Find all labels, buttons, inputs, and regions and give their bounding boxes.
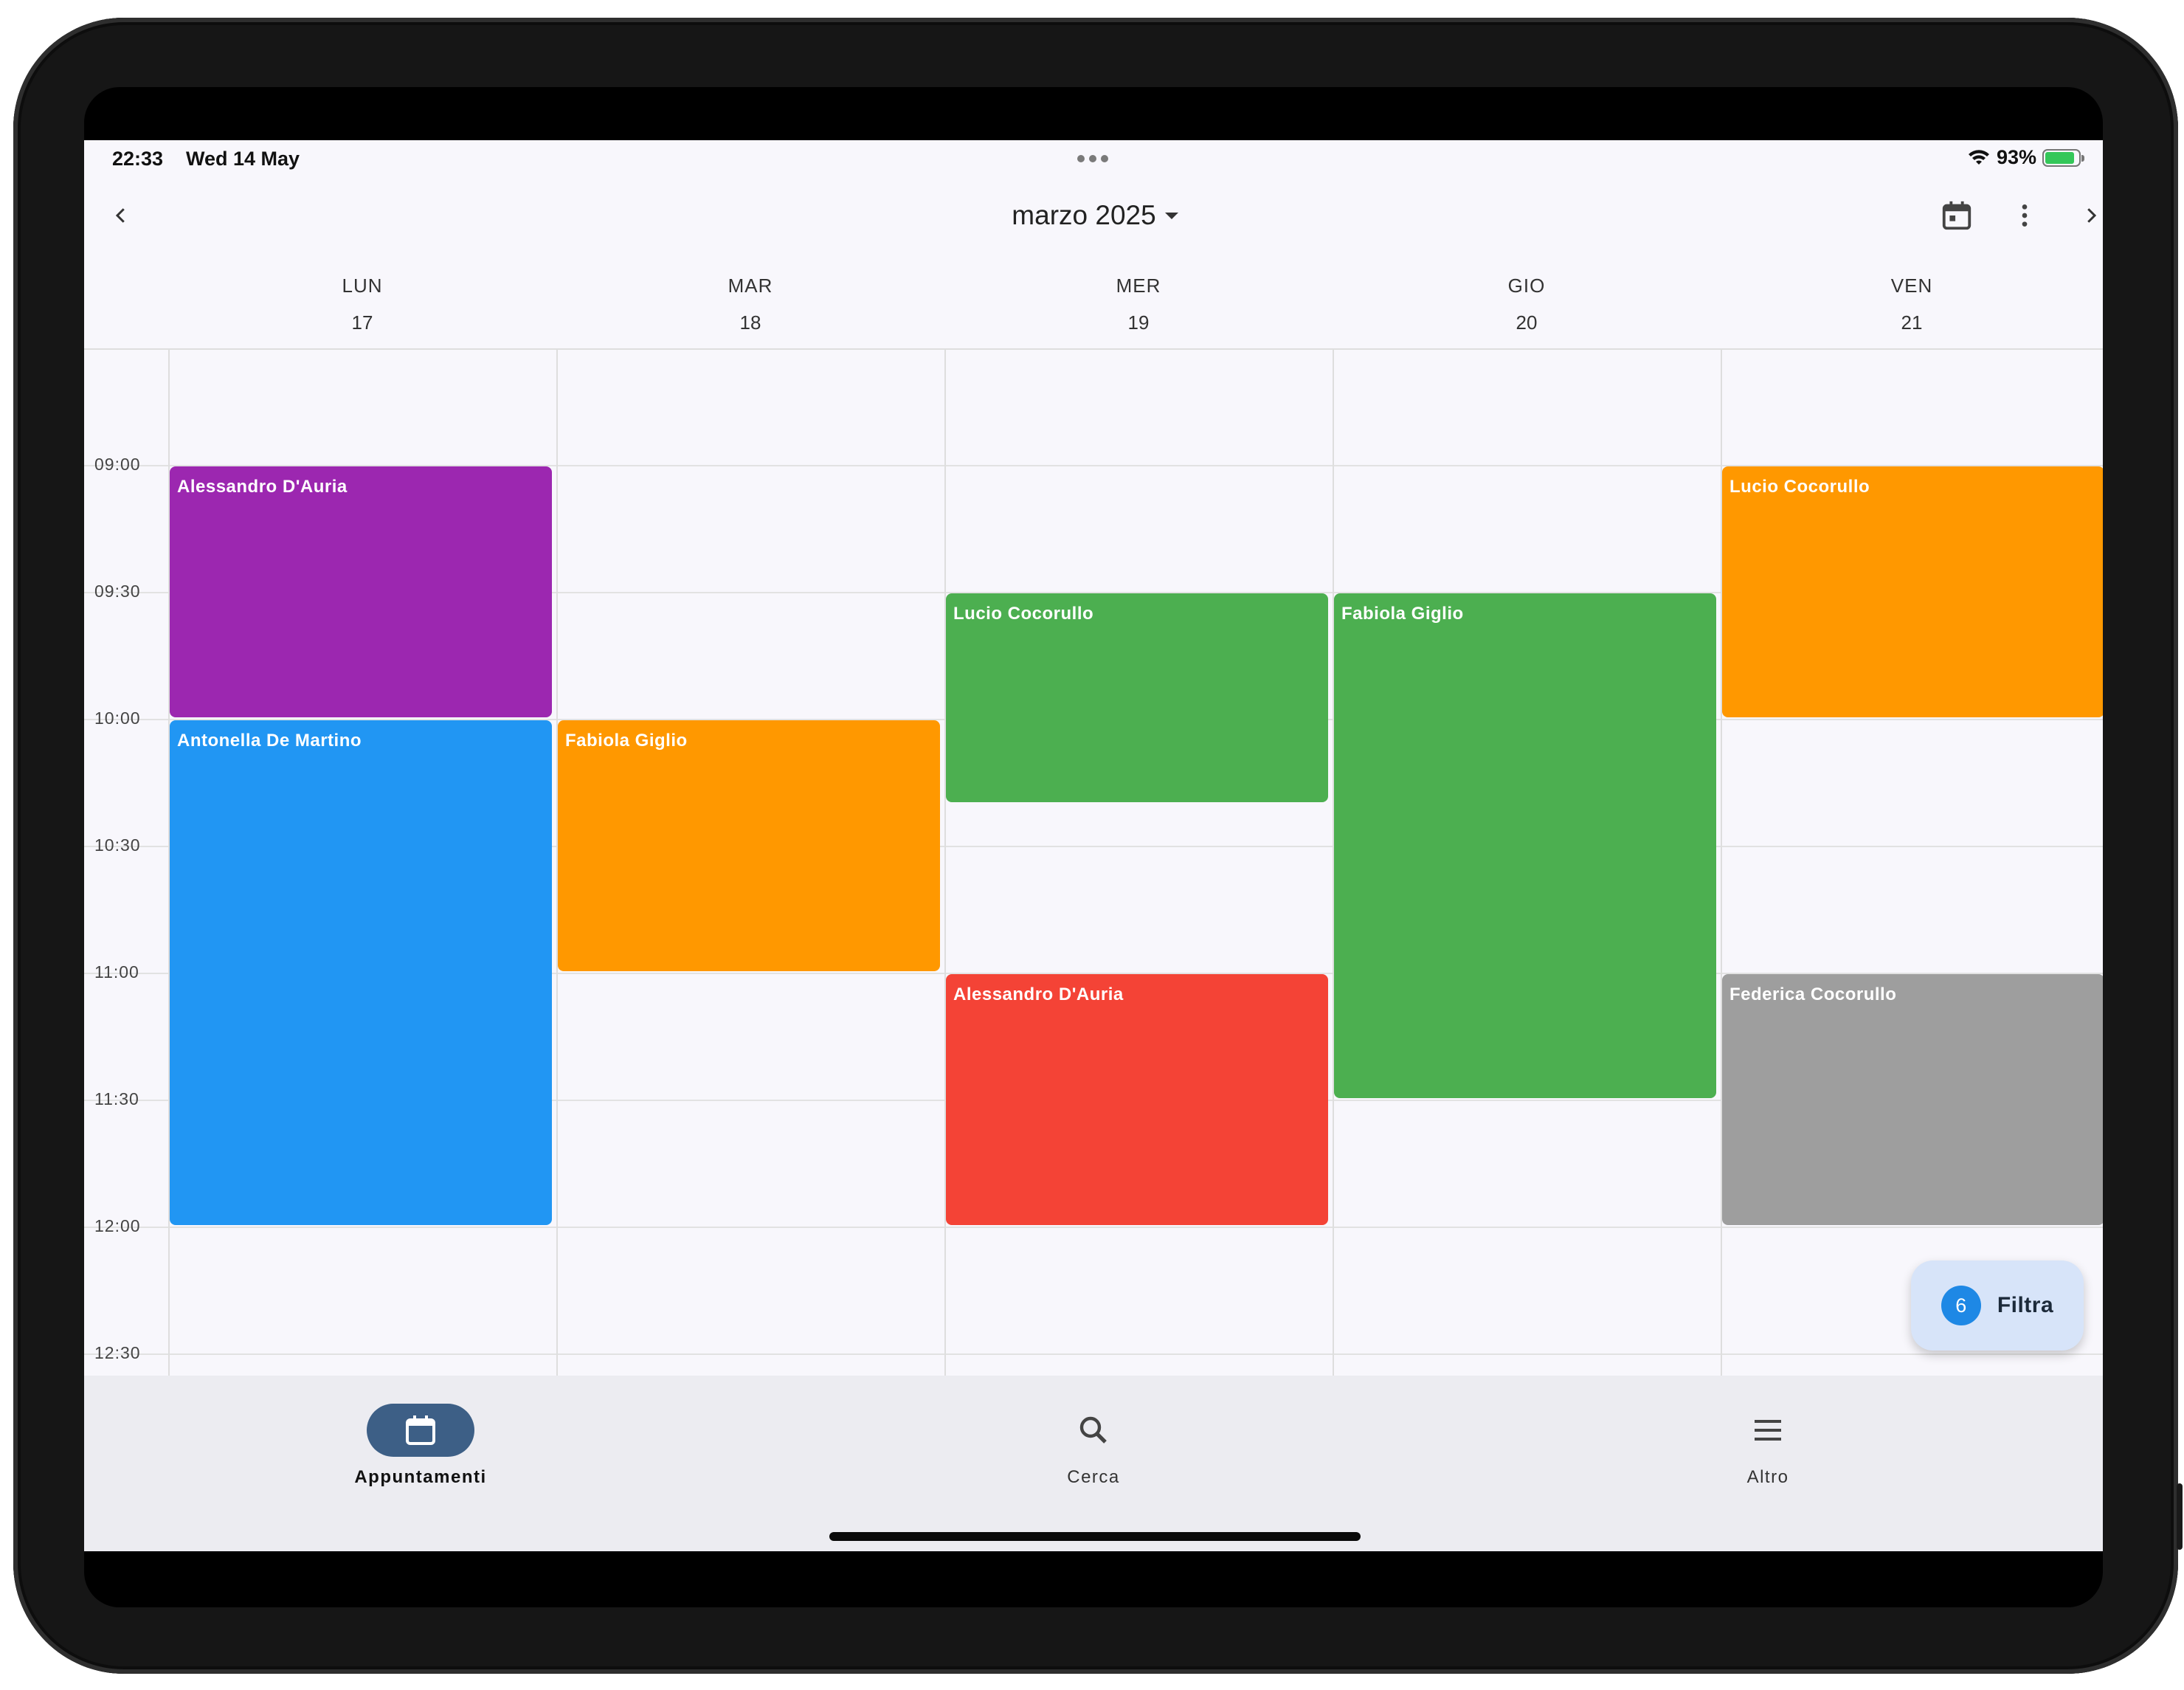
appointment-card[interactable]: Antonella De Martino: [170, 720, 552, 1225]
day-header-ven[interactable]: VEN 21: [1721, 252, 2103, 348]
day-name: MAR: [728, 275, 773, 297]
menu-icon: [1755, 1420, 1781, 1441]
time-label: 10:30: [94, 835, 141, 855]
filter-label: Filtra: [1997, 1293, 2054, 1317]
day-date: 19: [1127, 311, 1150, 334]
nav-icon-wrap: [1714, 1404, 1822, 1457]
nav-label: Altro: [1746, 1467, 1789, 1487]
status-bar: 22:33 Wed 14 May 93%: [84, 140, 2103, 180]
calendar-icon: [406, 1415, 435, 1445]
chevron-left-icon: [115, 208, 125, 223]
filter-button[interactable]: 6 Filtra: [1911, 1260, 2084, 1351]
status-indicators: 93%: [1967, 146, 2084, 169]
day-name: MER: [1116, 275, 1161, 297]
appointment-card[interactable]: Fabiola Giglio: [1334, 593, 1716, 1098]
nav-label: Cerca: [1067, 1467, 1120, 1487]
grid-line: [84, 1227, 2103, 1228]
status-time: 22:33: [112, 148, 164, 170]
month-title: marzo 2025: [1012, 200, 1156, 230]
nav-item-appuntamenti[interactable]: Appuntamenti: [251, 1376, 590, 1494]
time-label: 09:30: [94, 582, 141, 601]
calendar-header: marzo 2025: [84, 180, 2103, 252]
appointment-card[interactable]: Fabiola Giglio: [558, 720, 940, 971]
status-date: Wed 14 May: [186, 148, 300, 170]
appointment-card[interactable]: Alessandro D'Auria: [946, 974, 1328, 1225]
day-header-mar[interactable]: MAR 18: [556, 252, 944, 348]
nav-item-altro[interactable]: Altro: [1598, 1376, 1938, 1494]
calendar-grid[interactable]: 09:00 09:30 10:00 10:30 11:00 11:30 12:0…: [84, 350, 2103, 1376]
previous-week-button[interactable]: [99, 193, 143, 238]
day-name: LUN: [342, 275, 383, 297]
time-label: 12:00: [94, 1216, 141, 1235]
time-label: 11:00: [94, 962, 139, 982]
today-button[interactable]: [1935, 193, 1979, 238]
day-date: 21: [1901, 311, 1923, 334]
day-date: 17: [351, 311, 373, 334]
bottom-navigation: Appuntamenti Cerca Altro: [84, 1376, 2103, 1551]
month-selector[interactable]: marzo 2025: [933, 195, 1257, 236]
appointment-card[interactable]: Federica Cocorullo: [1722, 974, 2103, 1225]
bottom-bezel: [84, 1551, 2103, 1607]
more-options-button[interactable]: [2002, 193, 2047, 238]
week-day-header: LUN 17 MAR 18 MER 19 GIO 20 VEN 21: [84, 252, 2103, 350]
nav-icon-wrap: [1040, 1404, 1147, 1457]
wifi-icon: [1968, 149, 1989, 165]
calendar-today-icon: [1942, 201, 1972, 230]
day-name: VEN: [1890, 275, 1933, 297]
top-bezel: [84, 87, 2103, 140]
grid-line: [84, 1353, 2103, 1355]
nav-label: Appuntamenti: [354, 1467, 487, 1487]
appointment-card[interactable]: Lucio Cocorullo: [946, 593, 1328, 802]
day-date: 18: [739, 311, 761, 334]
nav-active-indicator: [367, 1404, 474, 1457]
search-icon: [1079, 1416, 1107, 1444]
day-header-mer[interactable]: MER 19: [944, 252, 1333, 348]
day-name: GIO: [1507, 275, 1546, 297]
multitasking-dots[interactable]: [1077, 155, 1108, 162]
home-indicator[interactable]: [829, 1532, 1361, 1541]
day-header-gio[interactable]: GIO 20: [1333, 252, 1721, 348]
appointment-card[interactable]: Lucio Cocorullo: [1722, 466, 2103, 717]
more-vert-icon: [2022, 204, 2028, 227]
time-label: 09:00: [94, 455, 141, 474]
time-label: 12:30: [94, 1343, 141, 1362]
time-label: 11:30: [94, 1089, 139, 1108]
side-button: [2177, 1483, 2183, 1550]
day-header-lun[interactable]: LUN 17: [168, 252, 556, 348]
appointment-card[interactable]: Alessandro D'Auria: [170, 466, 552, 717]
next-week-button[interactable]: [2069, 193, 2103, 238]
battery-percent: 93%: [1996, 146, 2036, 168]
battery-icon: [2042, 148, 2084, 167]
nav-item-cerca[interactable]: Cerca: [924, 1376, 1263, 1494]
time-label: 10:00: [94, 708, 141, 728]
day-date: 20: [1516, 311, 1538, 334]
filter-count-badge: 6: [1941, 1286, 1981, 1325]
dropdown-caret-icon: [1164, 212, 1178, 219]
app-screen: 22:33 Wed 14 May 93% marzo 2025 LUN 17 M…: [84, 140, 2103, 1551]
column-divider: [944, 350, 946, 1376]
chevron-right-icon: [2087, 208, 2097, 223]
